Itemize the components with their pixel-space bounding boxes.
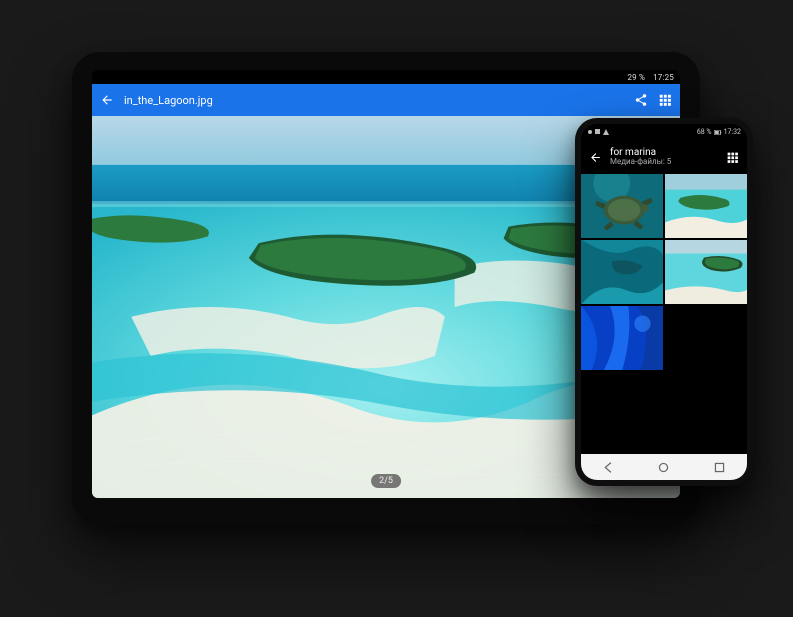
phone-nav-bar [581, 454, 747, 480]
tablet-app-bar: in_the_Lagoon.jpg [92, 84, 680, 116]
clock-time: 17:25 [653, 73, 674, 82]
thumbnail-island-shore[interactable] [665, 240, 747, 304]
battery-percent: 68 % [697, 128, 712, 136]
file-title: in_the_Lagoon.jpg [124, 94, 624, 107]
album-subtitle: Медиа-файлы: 5 [610, 158, 718, 167]
phone-status-bar: 68 % 17:32 [581, 124, 747, 140]
phone-screen: 68 % 17:32 for marina Медиа-файлы: 5 [581, 124, 747, 480]
phone-app-bar: for marina Медиа-файлы: 5 [581, 140, 747, 174]
nav-recents-icon[interactable] [713, 461, 726, 474]
page-indicator: 2/5 [371, 474, 401, 488]
thumbnail-lagoon-islands[interactable] [665, 174, 747, 238]
back-icon[interactable] [589, 151, 602, 164]
nav-home-icon[interactable] [657, 461, 670, 474]
clock-time: 17:32 [724, 128, 741, 136]
notification-icon [603, 129, 609, 135]
phone-device: 68 % 17:32 for marina Медиа-файлы: 5 [575, 118, 753, 486]
empty-space [581, 370, 747, 454]
thumbnail-blue-abstract[interactable] [581, 306, 663, 370]
notification-icon [587, 129, 593, 135]
thumbnail-aerial-reef[interactable] [581, 240, 663, 304]
battery-percent: 29 % [627, 73, 645, 82]
grid-icon[interactable] [658, 93, 672, 107]
grid-icon[interactable] [726, 151, 739, 164]
tablet-status-bar: 29 % 17:25 [92, 70, 680, 84]
thumbnail-grid [581, 174, 747, 370]
battery-icon [714, 130, 722, 135]
notification-icon [595, 129, 601, 135]
nav-back-icon[interactable] [602, 461, 615, 474]
thumbnail-turtle[interactable] [581, 174, 663, 238]
back-icon[interactable] [100, 93, 114, 107]
share-icon[interactable] [634, 93, 648, 107]
